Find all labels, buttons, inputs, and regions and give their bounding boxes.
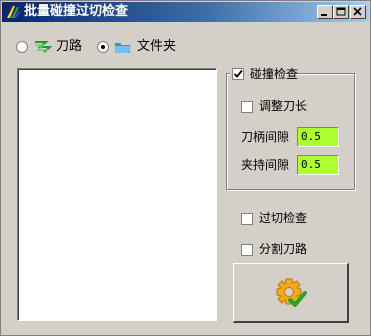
adjust-tool-length-label[interactable]: 调整刀长 (259, 98, 307, 114)
clamp-gap-label: 夹持间隙 (241, 158, 290, 172)
clamp-gap-input[interactable]: 0.5 (297, 155, 339, 175)
holder-gap-input[interactable]: 0.5 (297, 127, 339, 147)
run-button[interactable] (233, 263, 349, 323)
dialog-window: 批量碰撞过切检查 刀路 文件夹 碰撞检查 调整刀长 刀柄间隙 0.5 夹持间隙 … (0, 0, 371, 336)
maximize-button[interactable] (333, 5, 349, 19)
minimize-icon (321, 14, 327, 16)
title-bar[interactable]: 批量碰撞过切检查 (2, 2, 369, 22)
gouge-check-label[interactable]: 过切检查 (259, 210, 307, 226)
gouge-check-checkbox[interactable] (241, 213, 253, 225)
maximize-icon (336, 7, 346, 16)
split-toolpath-checkbox[interactable] (241, 244, 253, 256)
toolpath-radio[interactable] (16, 41, 28, 53)
collision-check-checkbox[interactable] (232, 68, 244, 80)
file-list[interactable] (17, 68, 217, 321)
collision-group-header: 碰撞检查 (230, 66, 298, 82)
split-toolpath-label[interactable]: 分割刀路 (259, 241, 307, 257)
checkmark-icon (233, 69, 243, 78)
close-button[interactable] (350, 5, 366, 19)
folder-icon (114, 39, 132, 55)
close-icon (353, 7, 362, 16)
gear-check-icon (275, 278, 307, 310)
minimize-button[interactable] (317, 5, 333, 19)
app-icon (5, 4, 21, 20)
toolpath-radio-label[interactable]: 刀路 (56, 39, 82, 55)
collision-check-label[interactable]: 碰撞检查 (250, 67, 298, 81)
holder-gap-label: 刀柄间隙 (241, 130, 290, 144)
window-title: 批量碰撞过切检查 (24, 4, 129, 19)
toolpath-icon (34, 39, 53, 55)
folder-radio[interactable] (97, 41, 109, 53)
adjust-tool-length-checkbox[interactable] (241, 101, 253, 113)
folder-radio-label[interactable]: 文件夹 (137, 39, 176, 55)
radio-selected-dot (101, 45, 105, 49)
